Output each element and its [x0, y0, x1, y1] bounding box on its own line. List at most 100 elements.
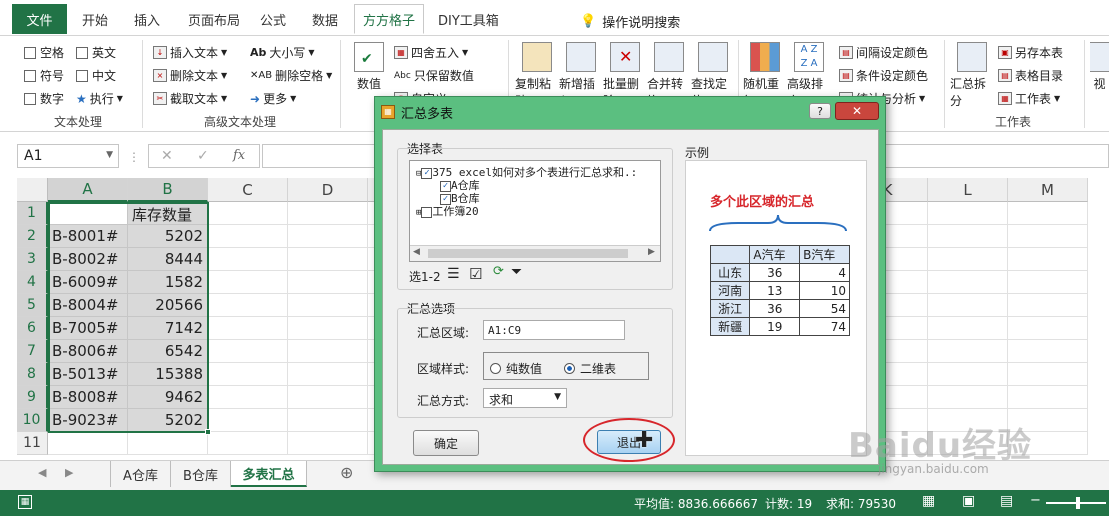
cell-b[interactable]: 库存数量	[128, 202, 208, 225]
cell-empty[interactable]	[928, 248, 1008, 271]
sheet-toc-button[interactable]: ▤ 表格目录	[998, 67, 1063, 84]
cell-empty[interactable]	[208, 317, 288, 340]
insert-text-button[interactable]: ↓ 插入文本 ▼	[153, 44, 227, 61]
cell-empty[interactable]	[928, 340, 1008, 363]
list-icon[interactable]: ☰	[447, 266, 460, 282]
scroll-thumb[interactable]	[428, 249, 628, 258]
cell-empty[interactable]	[1008, 202, 1088, 225]
cell-a[interactable]: B-8001#	[48, 225, 128, 248]
sheet-tab-a[interactable]: A仓库	[111, 461, 171, 487]
cell-empty[interactable]	[928, 317, 1008, 340]
cell-a[interactable]: B-8008#	[48, 386, 128, 409]
cell-a[interactable]: B-8006#	[48, 340, 128, 363]
value-button[interactable]: ✔ 数值	[347, 42, 391, 92]
cell-empty[interactable]	[1008, 363, 1088, 386]
cell-a[interactable]	[48, 202, 128, 225]
worksheet-button[interactable]: ▦ 工作表 ▼	[998, 90, 1060, 107]
tab-insert[interactable]: 插入	[126, 4, 168, 34]
cell-empty[interactable]	[288, 340, 368, 363]
case-button[interactable]: Ab 大小写 ▼	[250, 44, 315, 61]
cell-empty[interactable]	[1008, 317, 1088, 340]
normal-view-icon[interactable]: ▦	[922, 493, 935, 509]
cell-empty[interactable]	[208, 363, 288, 386]
cell-a[interactable]: B-6009#	[48, 271, 128, 294]
row-header[interactable]: 8	[17, 363, 48, 386]
tab-diy[interactable]: DIY工具箱	[430, 4, 507, 34]
page-layout-view-icon[interactable]: ▣	[962, 493, 975, 509]
cell-b[interactable]: 6542	[128, 340, 208, 363]
tree-hscrollbar[interactable]: ◀ ▶	[410, 245, 660, 261]
refresh-icon[interactable]: ⟳	[493, 264, 504, 279]
close-button[interactable]: ✕	[835, 102, 879, 120]
cell-a[interactable]: B-9023#	[48, 409, 128, 432]
row-header[interactable]: 9	[17, 386, 48, 409]
filter-icon[interactable]: ⏷	[511, 264, 522, 280]
cell-empty[interactable]	[288, 202, 368, 225]
round-button[interactable]: ▦ 四舍五入 ▼	[394, 44, 468, 61]
summary-split-button[interactable]: 汇总拆分	[950, 42, 994, 109]
tab-file[interactable]: 文件	[12, 4, 67, 34]
row-header[interactable]: 4	[17, 271, 48, 294]
cell-b[interactable]: 7142	[128, 317, 208, 340]
cell-a[interactable]: B-8002#	[48, 248, 128, 271]
col-header-a[interactable]: A	[48, 178, 128, 202]
delete-space-button[interactable]: ✕AB 删除空格 ▼	[250, 67, 332, 84]
cell-empty[interactable]	[928, 225, 1008, 248]
scroll-left-icon[interactable]: ◀	[413, 247, 420, 257]
row-header[interactable]: 11	[17, 432, 48, 455]
method-select[interactable]: 求和 ▼	[483, 388, 567, 408]
cell-empty[interactable]	[928, 271, 1008, 294]
tree-node-wb20[interactable]: ⊞ 工作簿20	[416, 203, 479, 219]
add-sheet-icon[interactable]: ⊕	[340, 463, 353, 482]
delete-text-button[interactable]: × 删除文本 ▼	[153, 67, 227, 84]
tab-data[interactable]: 数据	[304, 4, 346, 34]
cell-a[interactable]: B-7005#	[48, 317, 128, 340]
tab-formulas[interactable]: 公式	[252, 4, 294, 34]
chk-space[interactable]: 空格	[24, 44, 64, 61]
cell-empty[interactable]	[288, 432, 368, 455]
cell-a[interactable]	[48, 432, 128, 455]
range-input[interactable]: A1:C9	[483, 320, 625, 340]
scroll-right-icon[interactable]: ▶	[648, 247, 655, 257]
chk-english[interactable]: 英文	[76, 44, 116, 61]
row-header[interactable]: 10	[17, 409, 48, 432]
cell-empty[interactable]	[288, 248, 368, 271]
col-header-l[interactable]: L	[928, 178, 1008, 202]
row-header[interactable]: 6	[17, 317, 48, 340]
cell-b[interactable]: 8444	[128, 248, 208, 271]
chk-chinese[interactable]: 中文	[76, 67, 116, 84]
tab-home[interactable]: 开始	[74, 4, 116, 34]
sheet-tab-summary[interactable]: 多表汇总	[231, 461, 307, 487]
cancel-icon[interactable]: ✕	[161, 148, 173, 164]
row-header[interactable]: 7	[17, 340, 48, 363]
checkbox-icon[interactable]	[421, 206, 433, 218]
prev-sheet-icon[interactable]: ◀	[38, 466, 46, 479]
cell-empty[interactable]	[288, 409, 368, 432]
more-button[interactable]: ➜ 更多 ▼	[250, 90, 296, 107]
confirm-icon[interactable]: ✓	[197, 148, 209, 164]
tab-page-layout[interactable]: 页面布局	[180, 4, 248, 34]
cell-empty[interactable]	[208, 340, 288, 363]
cell-empty[interactable]	[288, 271, 368, 294]
keep-value-button[interactable]: Abc 只保留数值	[394, 67, 474, 84]
cell-b[interactable]	[128, 432, 208, 455]
zoom-thumb[interactable]	[1076, 497, 1080, 509]
zoom-out-icon[interactable]: −	[1030, 493, 1041, 508]
cell-b[interactable]: 5202	[128, 225, 208, 248]
cell-empty[interactable]	[1008, 225, 1088, 248]
cell-empty[interactable]	[288, 386, 368, 409]
cell-b[interactable]: 5202	[128, 409, 208, 432]
radio-plain-value[interactable]: 纯数值	[490, 360, 542, 377]
name-box[interactable]: A1 ▼	[17, 144, 119, 168]
radio-2d-table[interactable]: 二维表	[564, 360, 616, 377]
sheet-tab-b[interactable]: B仓库	[171, 461, 231, 487]
cell-empty[interactable]	[208, 432, 288, 455]
cell-empty[interactable]	[288, 363, 368, 386]
interval-color-button[interactable]: ▤ 间隔设定颜色	[839, 44, 928, 61]
save-sheet-button[interactable]: ▣ 另存本表	[998, 44, 1063, 61]
cell-empty[interactable]	[928, 294, 1008, 317]
cell-a[interactable]: B-5013#	[48, 363, 128, 386]
cell-empty[interactable]	[928, 386, 1008, 409]
cell-empty[interactable]	[1008, 294, 1088, 317]
next-sheet-icon[interactable]: ▶	[65, 466, 73, 479]
